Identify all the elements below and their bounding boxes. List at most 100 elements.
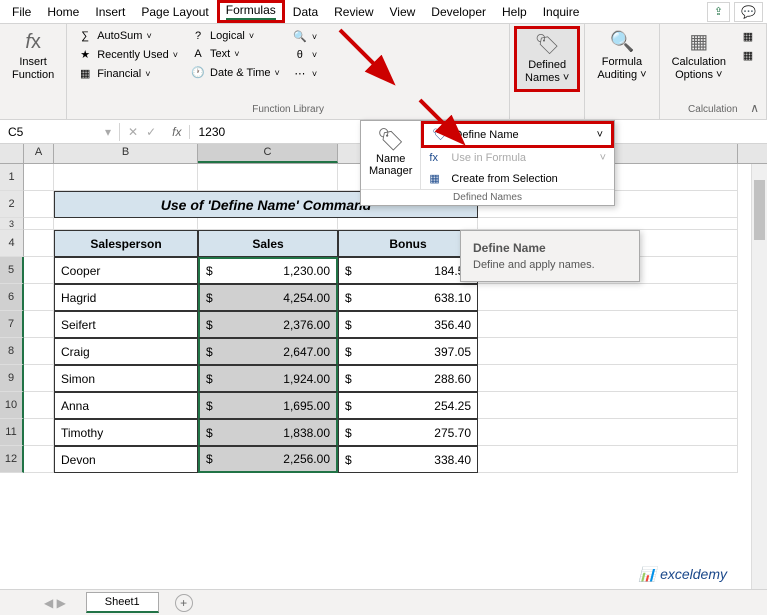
header-bonus[interactable]: Bonus	[338, 230, 478, 257]
select-all-button[interactable]	[0, 144, 24, 163]
row-header-1[interactable]: 1	[0, 164, 24, 191]
formula-auditing-button[interactable]: 🔍 FormulaAuditing ˅	[589, 26, 654, 86]
cell[interactable]	[24, 218, 54, 230]
sheet-nav[interactable]: ◀ ▶	[24, 596, 86, 610]
menu-page-layout[interactable]: Page Layout	[133, 3, 216, 21]
table-row-bonus[interactable]: $275.70	[338, 419, 478, 446]
cell[interactable]	[24, 365, 54, 392]
col-header-c[interactable]: C	[198, 144, 338, 163]
cancel-icon[interactable]: ✕	[128, 125, 138, 139]
menu-view[interactable]: View	[382, 3, 424, 21]
table-row-bonus[interactable]: $638.10	[338, 284, 478, 311]
table-row-bonus[interactable]: $288.60	[338, 365, 478, 392]
cell[interactable]	[24, 311, 54, 338]
cell[interactable]	[54, 218, 198, 230]
table-row-bonus[interactable]: $184.50	[338, 257, 478, 284]
calculate-sheet-button[interactable]: ▦	[736, 47, 760, 64]
menu-developer[interactable]: Developer	[423, 3, 494, 21]
table-row-name[interactable]: Hagrid	[54, 284, 198, 311]
menu-formulas[interactable]: Formulas	[217, 0, 285, 23]
row-header-12[interactable]: 12	[0, 446, 24, 473]
menu-help[interactable]: Help	[494, 3, 535, 21]
calculation-options-button[interactable]: ▦ CalculationOptions ˅	[664, 26, 734, 86]
financial-button[interactable]: ▦Financial	[73, 65, 182, 82]
row-header-5[interactable]: 5	[0, 257, 24, 284]
cell[interactable]	[198, 164, 338, 191]
table-row-name[interactable]: Craig	[54, 338, 198, 365]
table-row-sales[interactable]: $4,254.00	[198, 284, 338, 311]
table-row-bonus[interactable]: $397.05	[338, 338, 478, 365]
table-row-sales[interactable]: $1,924.00	[198, 365, 338, 392]
ribbon-collapse-button[interactable]: ∧	[750, 101, 759, 115]
row-header-8[interactable]: 8	[0, 338, 24, 365]
cell[interactable]	[478, 419, 738, 446]
vertical-scrollbar[interactable]	[751, 164, 767, 589]
name-manager-button[interactable]: 🏷 NameManager	[361, 121, 421, 189]
cell[interactable]	[54, 164, 198, 191]
insert-function-button[interactable]: fx InsertFunction	[4, 26, 62, 86]
row-header-6[interactable]: 6	[0, 284, 24, 311]
menu-review[interactable]: Review	[326, 3, 381, 21]
row-header-11[interactable]: 11	[0, 419, 24, 446]
table-row-name[interactable]: Simon	[54, 365, 198, 392]
table-row-name[interactable]: Devon	[54, 446, 198, 473]
add-sheet-button[interactable]: +	[175, 594, 193, 612]
table-row-sales[interactable]: $1,838.00	[198, 419, 338, 446]
table-row-sales[interactable]: $2,256.00	[198, 446, 338, 473]
create-from-selection-item[interactable]: ▦ Create from Selection	[421, 168, 614, 189]
cell[interactable]	[198, 218, 338, 230]
menu-insert[interactable]: Insert	[87, 3, 133, 21]
share-button[interactable]: ⇪	[707, 2, 730, 22]
cell[interactable]	[24, 338, 54, 365]
cell[interactable]	[478, 338, 738, 365]
menu-home[interactable]: Home	[39, 3, 87, 21]
table-row-name[interactable]: Seifert	[54, 311, 198, 338]
table-row-sales[interactable]: $2,647.00	[198, 338, 338, 365]
menu-inquire[interactable]: Inquire	[535, 3, 588, 21]
more-functions-button[interactable]: ⋯	[288, 65, 321, 82]
row-header-3[interactable]: 3	[0, 218, 24, 230]
cell[interactable]	[478, 365, 738, 392]
table-row-bonus[interactable]: $254.25	[338, 392, 478, 419]
text-button[interactable]: AText	[186, 46, 284, 62]
table-row-sales[interactable]: $2,376.00	[198, 311, 338, 338]
header-sales[interactable]: Sales	[198, 230, 338, 257]
table-row-sales[interactable]: $1,230.00	[198, 257, 338, 284]
calculate-now-button[interactable]: ▦	[736, 28, 760, 45]
cell[interactable]	[24, 284, 54, 311]
row-header-4[interactable]: 4	[0, 230, 24, 257]
date-time-button[interactable]: 🕐Date & Time	[186, 64, 284, 81]
cell[interactable]	[24, 392, 54, 419]
name-box[interactable]: C5 ▾	[0, 123, 120, 141]
cell[interactable]	[24, 164, 54, 191]
math-button[interactable]: θ	[288, 47, 321, 63]
header-salesperson[interactable]: Salesperson	[54, 230, 198, 257]
table-row-name[interactable]: Timothy	[54, 419, 198, 446]
cell[interactable]	[478, 446, 738, 473]
cell[interactable]	[478, 284, 738, 311]
row-header-2[interactable]: 2	[0, 191, 24, 218]
table-row-bonus[interactable]: $338.40	[338, 446, 478, 473]
table-row-name[interactable]: Anna	[54, 392, 198, 419]
col-header-a[interactable]: A	[24, 144, 54, 163]
cell[interactable]	[24, 191, 54, 218]
row-header-9[interactable]: 9	[0, 365, 24, 392]
enter-icon[interactable]: ✓	[146, 125, 156, 139]
cell[interactable]	[478, 311, 738, 338]
autosum-button[interactable]: ∑AutoSum	[73, 28, 182, 44]
comments-button[interactable]: 💬	[734, 2, 763, 22]
cell[interactable]	[24, 230, 54, 257]
lookup-button[interactable]: 🔍	[288, 28, 321, 45]
table-row-sales[interactable]: $1,695.00	[198, 392, 338, 419]
menu-data[interactable]: Data	[285, 3, 326, 21]
col-header-b[interactable]: B	[54, 144, 198, 163]
cell[interactable]	[24, 419, 54, 446]
table-row-name[interactable]: Cooper	[54, 257, 198, 284]
define-name-item[interactable]: 🏷 Define Name ˅	[421, 121, 614, 148]
recently-used-button[interactable]: ★Recently Used	[73, 46, 182, 63]
cell[interactable]	[478, 218, 738, 230]
cell[interactable]	[338, 218, 478, 230]
fx-icon[interactable]: fx	[164, 125, 190, 139]
cell[interactable]	[24, 257, 54, 284]
defined-names-button[interactable]: 🏷 DefinedNames ˅	[514, 26, 580, 92]
